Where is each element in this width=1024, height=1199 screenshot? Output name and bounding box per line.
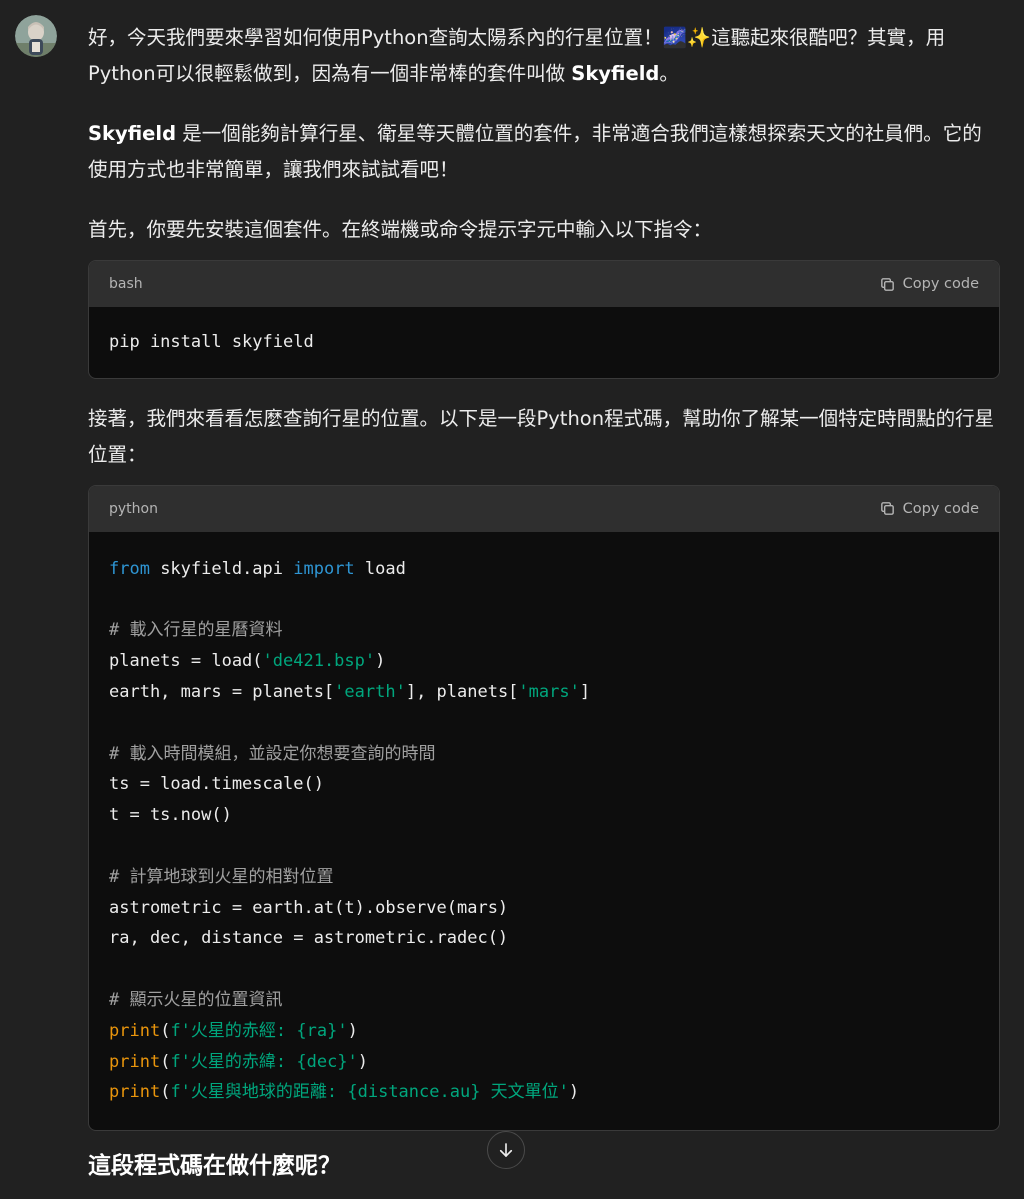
code-line: # 顯示火星的位置資訊: [109, 989, 283, 1010]
copy-code-button[interactable]: Copy code: [879, 500, 979, 517]
avatar-image: [15, 15, 57, 57]
skyfield-bold: Skyfield: [571, 62, 660, 85]
description-text: 是一個能夠計算行星、衛星等天體位置的套件，非常適合我們這樣想探索天文的社員們。它…: [88, 122, 982, 181]
code-line: ts = load.timescale(): [109, 774, 324, 795]
avatar: [15, 15, 57, 57]
intro-end: 。: [659, 62, 679, 85]
assistant-message: 好，今天我們要來學習如何使用Python查詢太陽系內的行星位置！🌌✨這聽起來很酷…: [88, 20, 1000, 1153]
code-block-python: python Copy code from skyfield.api impor…: [88, 484, 1000, 1132]
code-content: pip install skyfield: [89, 307, 999, 378]
code-line: planets = load('de421.bsp'): [109, 651, 386, 672]
scroll-to-bottom-button[interactable]: [487, 1131, 525, 1169]
query-paragraph: 接著，我們來看看怎麼查詢行星的位置。以下是一段Python程式碼，幫助你了解某一…: [88, 406, 995, 466]
code-line: print(f'火星與地球的距離: {distance.au} 天文單位'): [109, 1082, 580, 1103]
code-line: from skyfield.api import load: [109, 558, 406, 579]
intro-text: 好，今天我們要來學習如何使用Python查詢太陽系內的行星位置！🌌✨這聽起來很酷…: [88, 26, 946, 85]
code-language: python: [109, 500, 158, 517]
code-header: bash Copy code: [89, 261, 999, 307]
description-paragraph: Skyfield 是一個能夠計算行星、衛星等天體位置的套件，非常適合我們這樣想探…: [88, 116, 1000, 188]
skyfield-bold-2: Skyfield: [88, 122, 177, 145]
code-line: # 載入行星的星曆資料: [109, 620, 283, 641]
arrow-down-icon: [499, 1143, 513, 1157]
install-paragraph: 首先，你要先安裝這個套件。在終端機或命令提示字元中輸入以下指令：: [88, 218, 713, 241]
copy-icon: [879, 276, 896, 293]
code-line: # 計算地球到火星的相對位置: [109, 866, 334, 887]
section-heading: 這段程式碼在做什麼呢？: [88, 1153, 341, 1179]
code-block-bash: bash Copy code pip install skyfield: [88, 260, 1000, 379]
code-language: bash: [109, 276, 143, 292]
code-line: earth, mars = planets['earth'], planets[…: [109, 681, 591, 702]
intro-paragraph: 好，今天我們要來學習如何使用Python查詢太陽系內的行星位置！🌌✨這聽起來很酷…: [88, 20, 1000, 92]
code-line: astrometric = earth.at(t).observe(mars): [109, 897, 509, 918]
copy-code-label: Copy code: [902, 500, 979, 517]
code-line: ra, dec, distance = astrometric.radec(): [109, 928, 509, 949]
code-line: print(f'火星的赤經: {ra}'): [109, 1020, 358, 1041]
code-line: # 載入時間模組，並設定你想要查詢的時間: [109, 743, 436, 764]
code-line: print(f'火星的赤緯: {dec}'): [109, 1051, 369, 1072]
copy-code-label: Copy code: [902, 276, 979, 292]
code-header: python Copy code: [89, 485, 999, 532]
code-line: t = ts.now(): [109, 805, 232, 826]
copy-icon: [879, 500, 896, 517]
code-content: from skyfield.api import load # 載入行星的星曆資…: [89, 532, 999, 1130]
code-line: pip install skyfield: [109, 332, 314, 352]
copy-code-button[interactable]: Copy code: [879, 276, 979, 293]
